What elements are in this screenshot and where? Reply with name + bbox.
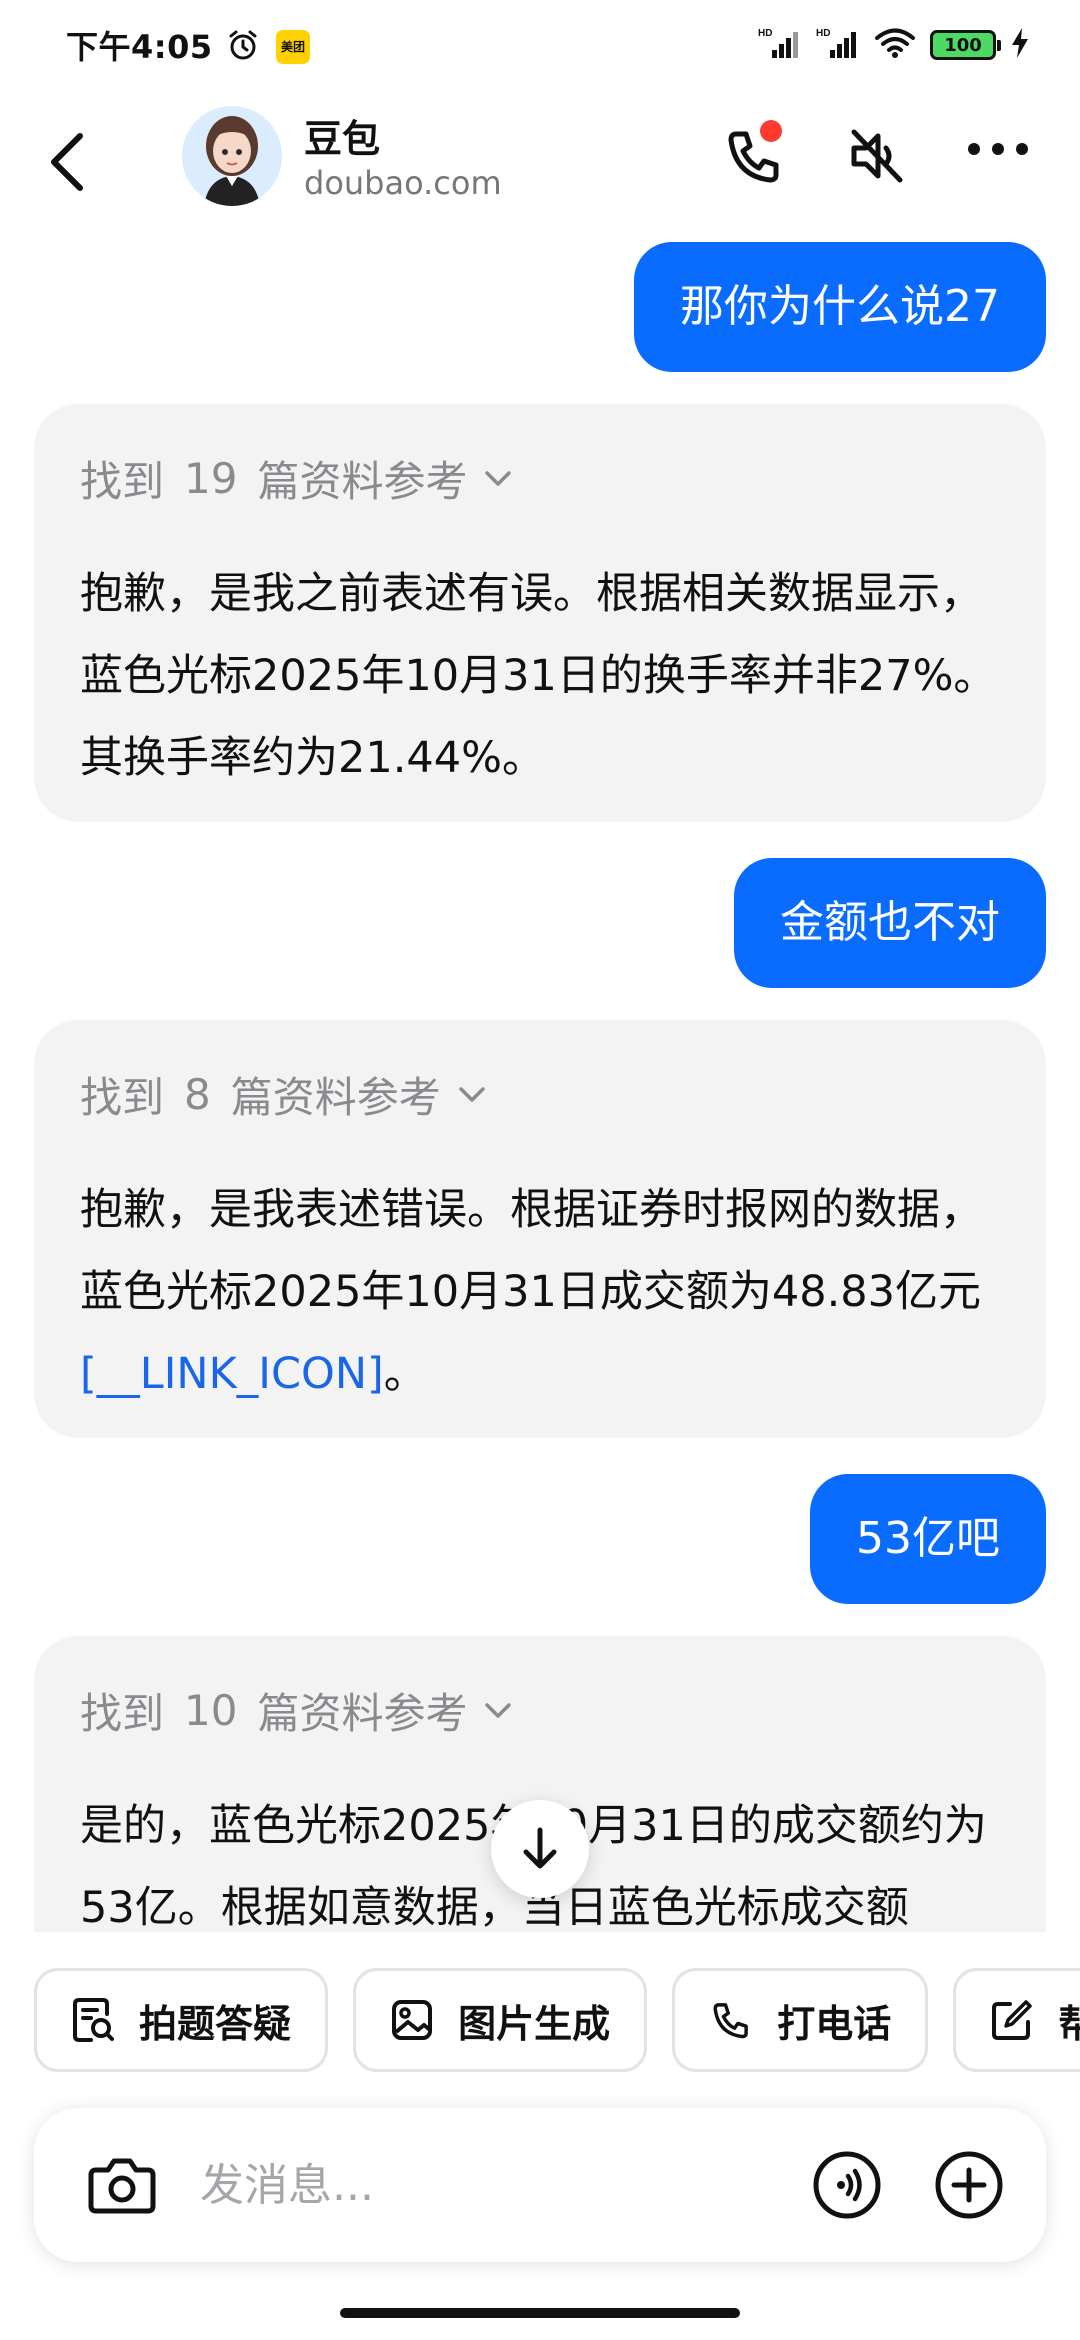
ref-prefix: 找到 <box>80 457 165 506</box>
bot-text-main: 抱歉，是我表述错误。根据证券时报网的数据，蓝色光标2025年10月31日成交额为… <box>80 1185 983 1317</box>
chevron-down-icon <box>485 1702 512 1718</box>
home-indicator[interactable] <box>340 2308 740 2318</box>
bot-message-text: 抱歉，是我之前表述有误。根据相关数据显示，蓝色光标2025年10月31日的换手率… <box>80 569 997 783</box>
message-input[interactable] <box>198 2142 798 2228</box>
ref-prefix: 找到 <box>80 1689 165 1738</box>
speaker-muted-icon <box>851 129 903 183</box>
svg-text:HD: HD <box>816 28 830 39</box>
signal-icon-2: HD <box>816 26 860 64</box>
add-attachment-button[interactable] <box>934 2150 1004 2224</box>
chevron-left-icon <box>51 133 83 191</box>
chevron-down-icon <box>459 1086 485 1102</box>
voice-wave-icon <box>813 2151 881 2219</box>
ref-count: 8 <box>184 1070 211 1119</box>
message-composer <box>34 2108 1046 2262</box>
avatar[interactable] <box>182 106 282 206</box>
chip-phone-call[interactable]: 打电话 <box>672 1968 929 2072</box>
user-message[interactable]: 53亿吧 <box>810 1474 1046 1604</box>
more-options-button[interactable] <box>966 134 1030 168</box>
phone-call-button[interactable] <box>722 120 786 192</box>
arrow-down-icon <box>523 1827 557 1869</box>
status-time: 下午4:05 <box>66 28 213 66</box>
chip-label: 拍题答疑 <box>139 2001 292 2046</box>
chat-list[interactable]: 那你为什么说27 找到 19 篇资料参考 抱歉，是我之前表述有误。根据相关数据显… <box>0 242 1080 1932</box>
ref-suffix: 篇资料参考 <box>257 457 468 506</box>
bot-message[interactable]: 找到 19 篇资料参考 抱歉，是我之前表述有误。根据相关数据显示，蓝色光标202… <box>34 404 1046 822</box>
ref-suffix: 篇资料参考 <box>230 1073 441 1122</box>
meituan-app-icon: 美团 <box>276 30 310 64</box>
more-dots-icon <box>968 143 1028 155</box>
mute-audio-button[interactable] <box>844 124 908 192</box>
ref-count: 10 <box>184 1686 238 1735</box>
back-button[interactable] <box>40 122 100 202</box>
bot-message[interactable]: 找到 8 篇资料参考 抱歉，是我表述错误。根据证券时报网的数据，蓝色光标2025… <box>34 1020 1046 1438</box>
bot-message-text: 抱歉，是我表述错误。根据证券时报网的数据，蓝色光标2025年10月31日成交额为… <box>80 1169 1000 1415</box>
notification-dot <box>760 120 782 142</box>
alarm-icon <box>226 28 260 66</box>
source-link[interactable]: [__LINK_ICON] <box>80 1349 384 1399</box>
image-icon <box>392 2000 433 2040</box>
camera-icon <box>88 2158 156 2214</box>
chip-label: 打电话 <box>777 2001 892 2046</box>
chip-label: 帮我 <box>1058 2001 1080 2046</box>
ref-count: 19 <box>184 454 238 503</box>
user-message[interactable]: 那你为什么说27 <box>634 242 1046 372</box>
bot-text-end: 。 <box>383 1349 427 1399</box>
wifi-icon <box>874 26 916 64</box>
chevron-down-icon <box>485 470 512 486</box>
bot-name: 豆包 <box>304 117 381 161</box>
charging-icon <box>1010 27 1030 63</box>
svg-text:HD: HD <box>758 28 772 39</box>
edit-icon <box>992 2000 1033 2040</box>
chat-header: 豆包 doubao.com <box>0 92 1080 242</box>
chip-help-me[interactable]: 帮我 <box>953 1968 1080 2072</box>
status-bar: 下午4:05 美团 HD HD 100 <box>0 0 1080 92</box>
ref-suffix: 篇资料参考 <box>257 1689 468 1738</box>
status-indicators: HD HD 100 <box>758 26 1030 64</box>
chip-image-gen[interactable]: 图片生成 <box>353 1968 648 2072</box>
scroll-to-bottom-button[interactable] <box>491 1800 589 1898</box>
quick-actions: 拍题答疑 图片生成 打电话 帮我 <box>34 1968 1080 2074</box>
chip-photo-qa[interactable]: 拍题答疑 <box>34 1968 329 2072</box>
user-message[interactable]: 金额也不对 <box>734 858 1046 988</box>
ref-prefix: 找到 <box>80 1073 165 1122</box>
battery-icon: 100 <box>930 30 1001 60</box>
search-doc-icon <box>73 1998 114 2042</box>
voice-input-button[interactable] <box>812 2150 882 2224</box>
camera-button[interactable] <box>86 2150 158 2224</box>
references-toggle[interactable]: 找到 10 篇资料参考 <box>80 1680 1000 1741</box>
plus-circle-icon <box>935 2151 1003 2219</box>
references-toggle[interactable]: 找到 19 篇资料参考 <box>80 448 1000 509</box>
phone-icon <box>713 2003 749 2039</box>
references-toggle[interactable]: 找到 8 篇资料参考 <box>80 1064 1000 1125</box>
bot-domain: doubao.com <box>304 164 502 202</box>
chip-label: 图片生成 <box>458 2001 611 2046</box>
signal-icon: HD <box>758 26 802 64</box>
